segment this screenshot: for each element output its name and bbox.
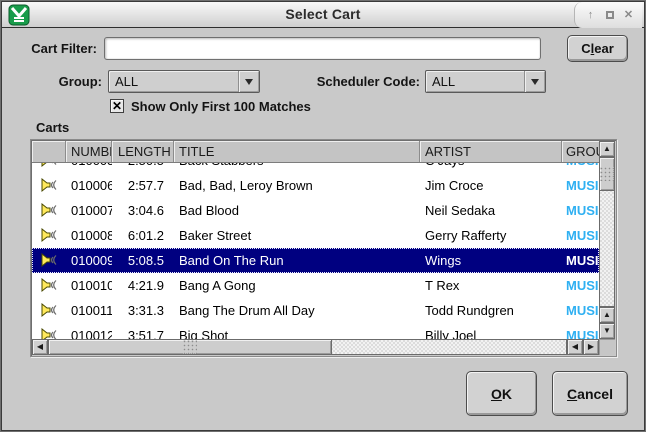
cart-title: Bad Blood [174, 203, 420, 218]
cancel-button[interactable]: Cancel [552, 371, 628, 416]
maximize-window-icon[interactable] [602, 8, 617, 23]
cart-length: 3:31.3 [112, 303, 174, 318]
cart-length: 6:01.2 [112, 228, 174, 243]
cart-artist: Billy Joel [420, 328, 562, 339]
cart-table: NUMBER LENGTH TITLE ARTIST GROUP 010005 … [30, 139, 617, 357]
speaker-icon [32, 253, 66, 268]
cart-number: 010005 [66, 163, 112, 168]
horizontal-scroll-thumb[interactable] [48, 339, 332, 355]
scroll-up-icon-paired[interactable]: ▲ [599, 307, 615, 323]
scroll-right-icon[interactable]: ▶ [583, 339, 599, 355]
cart-number: 010011 [66, 303, 112, 318]
cart-length: 5:08.5 [112, 253, 174, 268]
horizontal-scrollbar[interactable]: ◀ ◀ ▶ [32, 339, 599, 355]
scroll-left-icon-paired[interactable]: ◀ [567, 339, 583, 355]
cart-number: 010008 [66, 228, 112, 243]
table-row[interactable]: 010005 2:50.5 Back Stabbers O'Jays MUSIC [32, 163, 599, 173]
cart-group: MUSIC [562, 328, 599, 339]
carts-section-label: Carts [36, 120, 69, 135]
column-header-length[interactable]: LENGTH [112, 141, 174, 162]
speaker-icon [32, 328, 66, 339]
speaker-icon [32, 228, 66, 243]
vertical-scroll-thumb[interactable] [599, 157, 615, 191]
cart-artist: T Rex [420, 278, 562, 293]
cart-artist: O'Jays [420, 163, 562, 168]
table-row[interactable]: 010006 2:57.7 Bad, Bad, Leroy Brown Jim … [32, 173, 599, 198]
column-header-group[interactable]: GROUP [562, 141, 599, 162]
cart-title: Bad, Bad, Leroy Brown [174, 178, 420, 193]
cart-length: 2:57.7 [112, 178, 174, 193]
column-header-title[interactable]: TITLE [174, 141, 420, 162]
group-selected-value: ALL [115, 74, 138, 89]
speaker-icon [32, 163, 66, 168]
cart-title: Big Shot [174, 328, 420, 339]
scheduler-code-select[interactable]: ALL [425, 70, 546, 93]
cart-artist: Todd Rundgren [420, 303, 562, 318]
table-row[interactable]: 010009 5:08.5 Band On The Run Wings MUSI… [32, 248, 599, 273]
scheduler-dropdown-arrow-icon[interactable] [524, 71, 545, 92]
cart-artist: Wings [420, 253, 562, 268]
speaker-icon [32, 278, 66, 293]
column-header-icon[interactable] [32, 141, 66, 162]
scheduler-code-label: Scheduler Code: [250, 74, 420, 89]
cart-number: 010010 [66, 278, 112, 293]
cart-length: 4:21.9 [112, 278, 174, 293]
shade-window-icon[interactable]: ↑ [583, 8, 598, 23]
vertical-scrollbar[interactable]: ▲ ▲ ▼ [599, 141, 615, 339]
cart-title: Bang The Drum All Day [174, 303, 420, 318]
scroll-left-icon[interactable]: ◀ [32, 339, 48, 355]
cart-title: Band On The Run [174, 253, 420, 268]
table-row[interactable]: 010012 3:51.7 Big Shot Billy Joel MUSIC [32, 323, 599, 339]
cart-group: MUSIC [562, 178, 599, 193]
clear-button[interactable]: Clear [567, 35, 628, 62]
cart-table-body: 010005 2:50.5 Back Stabbers O'Jays MUSIC… [32, 163, 599, 339]
cart-title: Back Stabbers [174, 163, 420, 168]
cart-artist: Gerry Rafferty [420, 228, 562, 243]
ok-button[interactable]: OK [466, 371, 537, 416]
table-row[interactable]: 010008 6:01.2 Baker Street Gerry Raffert… [32, 223, 599, 248]
cart-artist: Jim Croce [420, 178, 562, 193]
show-only-first-100-label: Show Only First 100 Matches [131, 99, 311, 114]
window-title: Select Cart [2, 6, 644, 22]
scrollbar-corner [599, 339, 615, 355]
scroll-up-icon[interactable]: ▲ [599, 141, 615, 157]
column-header-number[interactable]: NUMBER [66, 141, 112, 162]
group-label: Group: [0, 74, 102, 89]
show-only-first-100-checkbox[interactable]: ✕ [110, 99, 124, 113]
cart-length: 2:50.5 [112, 163, 174, 168]
cart-group: MUSIC [562, 228, 599, 243]
cart-artist: Neil Sedaka [420, 203, 562, 218]
title-bar[interactable]: Select Cart ↑ ✕ [2, 2, 644, 28]
cart-group: MUSIC [562, 203, 599, 218]
table-row[interactable]: 010010 4:21.9 Bang A Gong T Rex MUSIC [32, 273, 599, 298]
cart-length: 3:51.7 [112, 328, 174, 339]
cart-group: MUSIC [562, 253, 599, 268]
cart-group: MUSIC [562, 278, 599, 293]
group-select[interactable]: ALL [108, 70, 260, 93]
speaker-icon [32, 303, 66, 318]
cart-number: 010009 [66, 253, 112, 268]
table-row[interactable]: 010007 3:04.6 Bad Blood Neil Sedaka MUSI… [32, 198, 599, 223]
cart-title: Bang A Gong [174, 278, 420, 293]
window-controls: ↑ ✕ [574, 2, 642, 28]
table-row[interactable]: 010011 3:31.3 Bang The Drum All Day Todd… [32, 298, 599, 323]
cart-title: Baker Street [174, 228, 420, 243]
close-window-icon[interactable]: ✕ [621, 8, 636, 23]
scheduler-selected-value: ALL [432, 74, 455, 89]
cart-number: 010012 [66, 328, 112, 339]
scroll-down-icon[interactable]: ▼ [599, 323, 615, 339]
cart-number: 010006 [66, 178, 112, 193]
cart-length: 3:04.6 [112, 203, 174, 218]
cart-group: MUSIC [562, 303, 599, 318]
cart-number: 010007 [66, 203, 112, 218]
speaker-icon [32, 178, 66, 193]
select-cart-dialog: Select Cart ↑ ✕ Cart Filter: Clear Group… [0, 0, 646, 432]
cart-group: MUSIC [562, 163, 599, 168]
cart-filter-label: Cart Filter: [0, 41, 97, 56]
column-header-artist[interactable]: ARTIST [420, 141, 562, 162]
cart-table-header: NUMBER LENGTH TITLE ARTIST GROUP [32, 141, 599, 163]
cart-filter-input[interactable] [104, 37, 541, 60]
speaker-icon [32, 203, 66, 218]
